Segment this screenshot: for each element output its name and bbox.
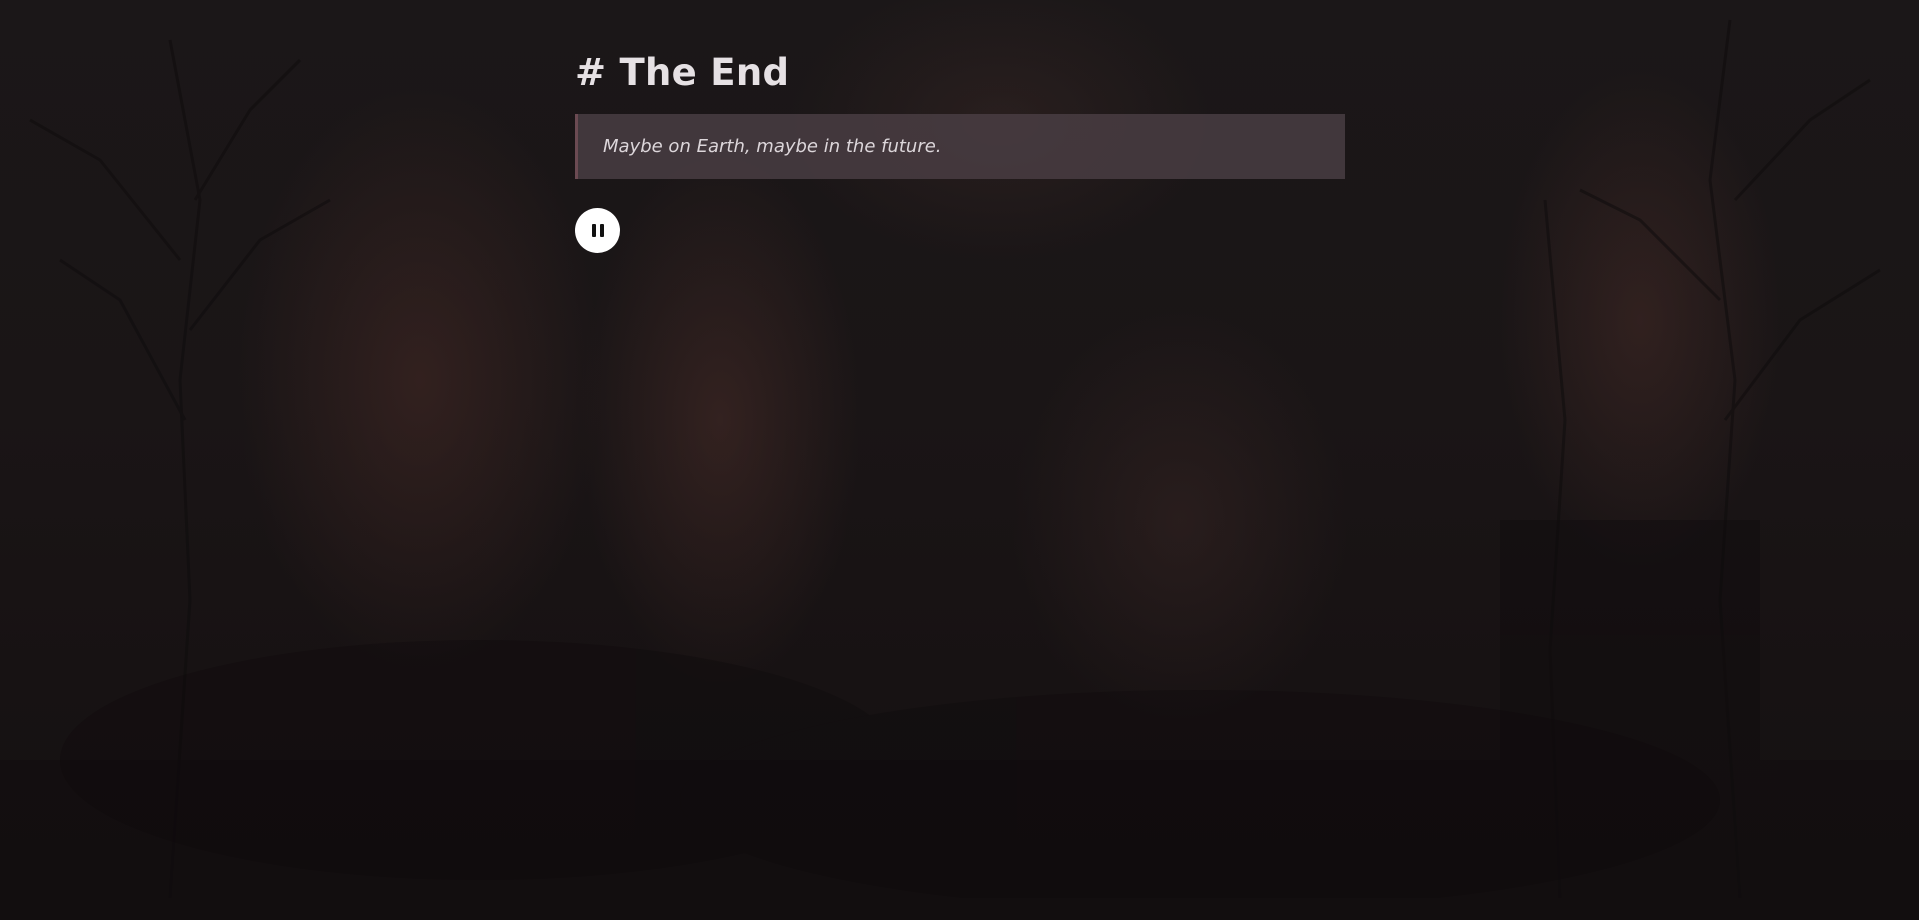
pause-button[interactable] [575,208,620,253]
blockquote: Maybe on Earth, maybe in the future. [575,114,1345,179]
page-title: # The End [575,51,790,94]
quote-text: Maybe on Earth, maybe in the future. [603,136,942,157]
pause-icon [591,224,604,237]
slide-content: # The End Maybe on Earth, maybe in the f… [575,46,1345,253]
bottom-bar [0,898,1919,920]
